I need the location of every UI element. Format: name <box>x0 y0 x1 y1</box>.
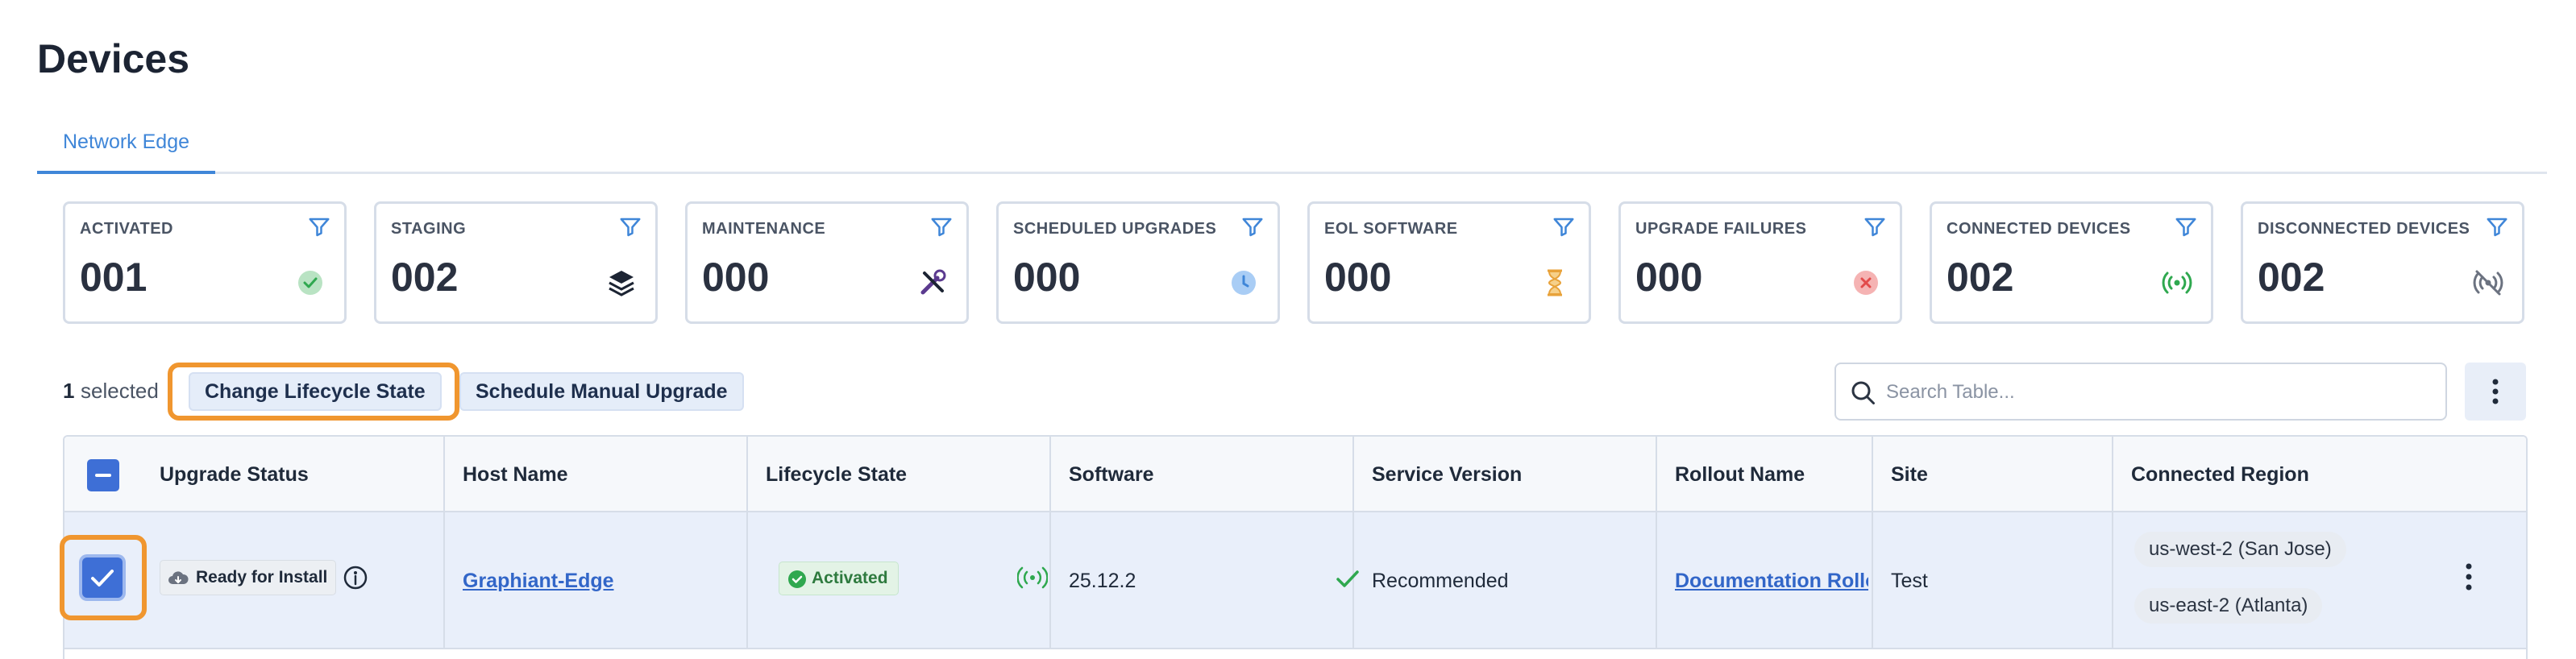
selected-label: selected <box>81 379 159 403</box>
column-header-upgrade-status[interactable]: Upgrade Status <box>160 437 309 512</box>
host-name-link[interactable]: Graphiant-Edge <box>463 570 614 593</box>
card-disconnected-devices[interactable]: DISCONNECTED DEVICES 002 <box>2241 201 2524 324</box>
column-divider <box>2112 437 2113 649</box>
card-label: ACTIVATED <box>80 220 173 238</box>
filter-icon[interactable] <box>1863 215 1887 239</box>
signal-off-icon <box>2473 270 2503 296</box>
layers-icon <box>609 271 634 296</box>
summary-cards: ACTIVATED 001 STAGING 002 MAINTENANCE 00… <box>63 201 2529 324</box>
table-options-button[interactable] <box>2465 363 2526 421</box>
filter-icon[interactable] <box>929 215 954 239</box>
card-value: 002 <box>391 255 459 300</box>
schedule-manual-upgrade-button[interactable]: Schedule Manual Upgrade <box>459 372 744 411</box>
rollout-name-link[interactable]: Documentation Rollout <box>1675 570 1868 593</box>
card-eol-software[interactable]: EOL SOFTWARE 000 <box>1307 201 1591 324</box>
filter-icon[interactable] <box>618 215 642 239</box>
card-label: DISCONNECTED DEVICES <box>2258 220 2470 238</box>
card-scheduled-upgrades[interactable]: SCHEDULED UPGRADES 000 <box>996 201 1280 324</box>
software-cell: 25.12.2 <box>1069 512 1136 649</box>
column-header-host-name[interactable]: Host Name <box>463 437 568 512</box>
filter-icon[interactable] <box>307 215 331 239</box>
service-version-cell: Recommended <box>1372 512 1509 649</box>
column-header-connected-region[interactable]: Connected Region <box>2131 437 2309 512</box>
column-divider <box>1872 437 1873 649</box>
cloud-download-icon <box>168 571 189 584</box>
card-label: SCHEDULED UPGRADES <box>1013 220 1217 238</box>
column-header-lifecycle-state[interactable]: Lifecycle State <box>766 437 907 512</box>
filter-icon[interactable] <box>2485 215 2509 239</box>
select-all-checkbox[interactable] <box>87 459 119 491</box>
error-circle-icon <box>1854 271 1878 295</box>
signal-icon <box>2162 271 2192 294</box>
card-value: 000 <box>702 255 770 300</box>
column-divider <box>1352 437 1354 649</box>
card-connected-devices[interactable]: CONNECTED DEVICES 002 <box>1930 201 2213 324</box>
card-upgrade-failures[interactable]: UPGRADE FAILURES 000 <box>1618 201 1902 324</box>
upgrade-status-label: Ready for Install <box>196 568 328 586</box>
tab-bar: Network Edge <box>37 113 2547 174</box>
tools-icon <box>920 269 946 295</box>
card-value: 000 <box>1324 255 1392 300</box>
page-title: Devices <box>37 36 190 81</box>
region-badge: us-east-2 (Atlanta) <box>2134 588 2323 624</box>
kebab-menu-icon <box>2492 379 2499 404</box>
site-cell: Test <box>1891 512 1928 649</box>
highlight-ring <box>60 535 147 620</box>
info-icon[interactable] <box>342 564 369 591</box>
filter-icon[interactable] <box>1240 215 1265 239</box>
card-value: 000 <box>1013 255 1081 300</box>
check-circle-icon <box>788 570 806 588</box>
card-activated[interactable]: ACTIVATED 001 <box>63 201 347 324</box>
lifecycle-state-badge: Activated <box>779 562 899 595</box>
tab-network-edge[interactable]: Network Edge <box>37 113 216 174</box>
card-value: 002 <box>2258 255 2325 300</box>
filter-icon[interactable] <box>1552 215 1576 239</box>
software-version: 25.12.2 <box>1069 569 1136 592</box>
column-divider <box>746 437 748 649</box>
lifecycle-state-label: Activated <box>812 569 888 587</box>
highlight-ring <box>168 363 459 421</box>
search-box[interactable] <box>1834 363 2447 421</box>
selected-count: 1 <box>63 379 75 403</box>
card-staging[interactable]: STAGING 002 <box>374 201 658 324</box>
column-divider <box>443 437 445 649</box>
site-value: Test <box>1891 569 1928 592</box>
column-header-site[interactable]: Site <box>1891 437 1928 512</box>
devices-page: Devices Network Edge ACTIVATED 001 STAGI… <box>0 0 2576 659</box>
clock-icon <box>1232 271 1256 295</box>
card-label: UPGRADE FAILURES <box>1635 220 1807 238</box>
host-name-cell: Graphiant-Edge <box>463 512 614 649</box>
card-value: 002 <box>1947 255 2014 300</box>
signal-icon <box>1017 566 1048 589</box>
card-value: 000 <box>1635 255 1703 300</box>
hourglass-icon <box>1548 269 1562 296</box>
card-label: STAGING <box>391 220 467 238</box>
card-label: MAINTENANCE <box>702 220 826 238</box>
filter-icon[interactable] <box>2174 215 2198 239</box>
rollout-name-cell: Documentation Rollout <box>1675 512 1868 649</box>
search-input[interactable] <box>1886 375 2434 409</box>
checkmark-icon <box>1336 570 1359 587</box>
search-icon <box>1851 381 1875 404</box>
column-header-software[interactable]: Software <box>1069 437 1154 512</box>
column-header-rollout-name[interactable]: Rollout Name <box>1675 437 1805 512</box>
region-badge: us-west-2 (San Jose) <box>2134 532 2346 567</box>
card-value: 001 <box>80 255 147 300</box>
service-version: Recommended <box>1372 569 1509 592</box>
row-actions-icon[interactable] <box>2458 559 2479 595</box>
column-divider <box>1656 437 1657 649</box>
upgrade-status-badge: Ready for Install <box>160 560 337 595</box>
card-maintenance[interactable]: MAINTENANCE 000 <box>685 201 969 324</box>
check-circle-icon <box>298 271 322 295</box>
card-label: CONNECTED DEVICES <box>1947 220 2131 238</box>
column-divider <box>1049 437 1051 649</box>
column-header-service-version[interactable]: Service Version <box>1372 437 1522 512</box>
card-label: EOL SOFTWARE <box>1324 220 1458 238</box>
